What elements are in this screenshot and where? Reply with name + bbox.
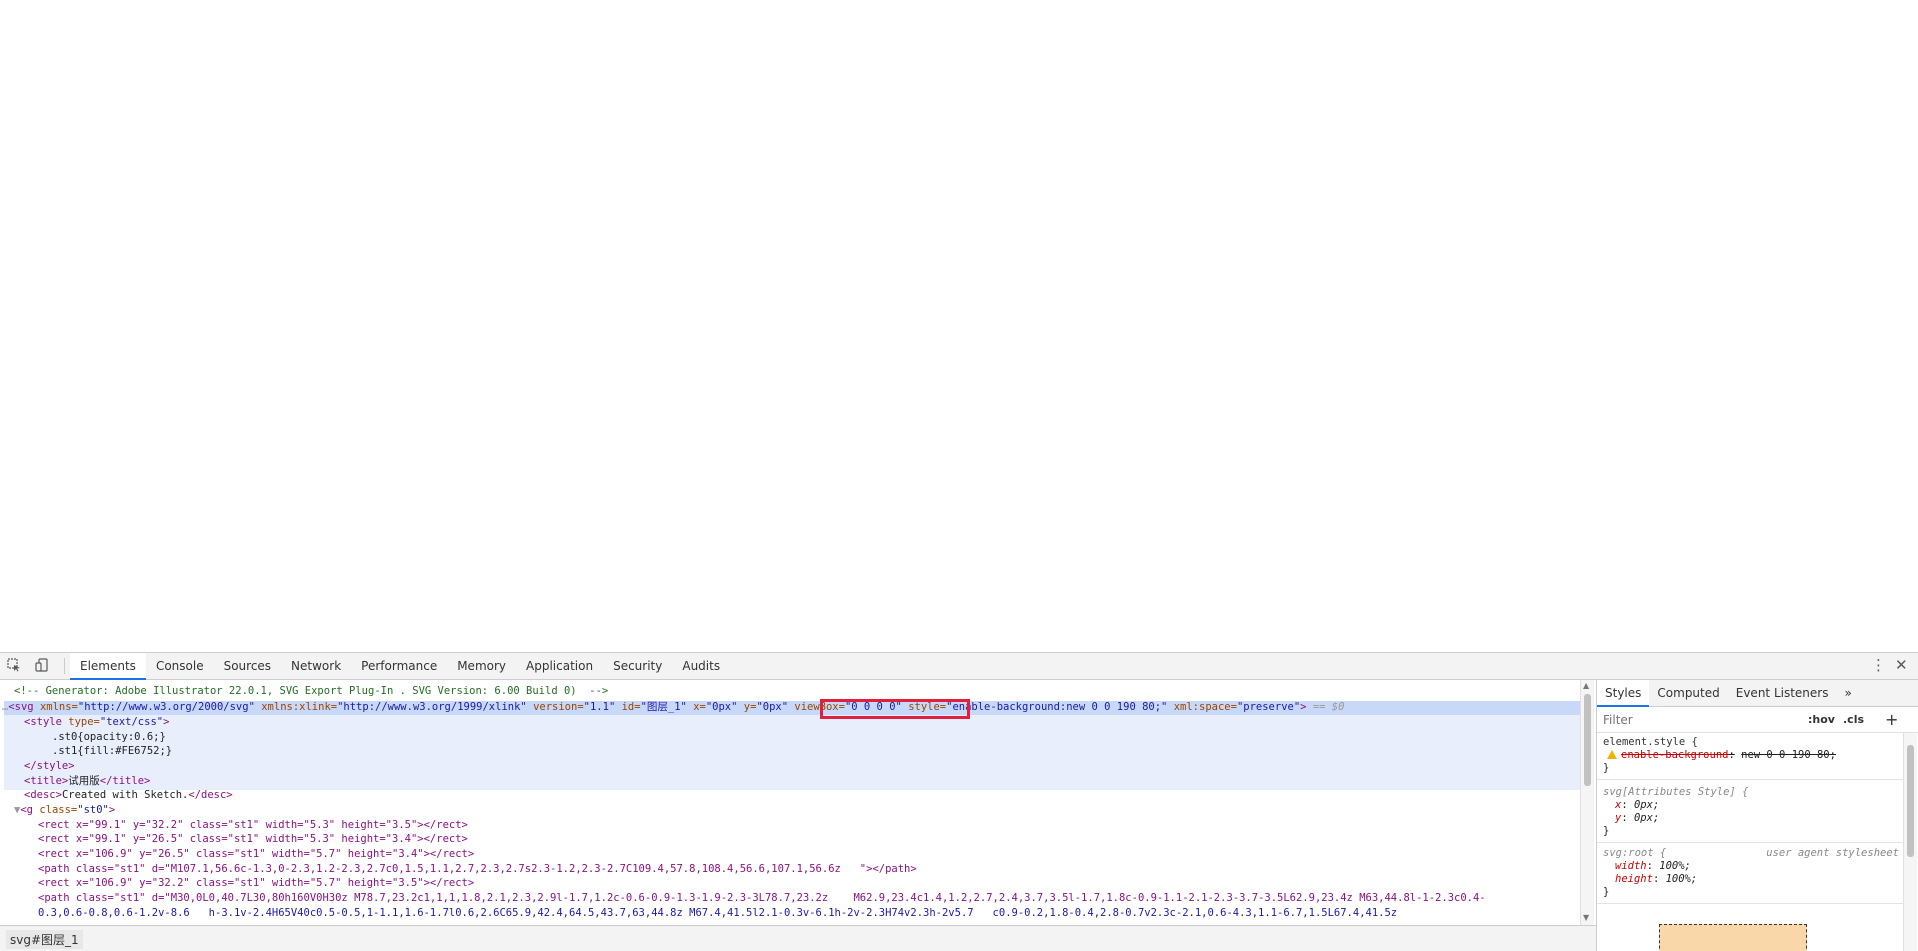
chevron-double-right-icon[interactable]: » — [1836, 680, 1859, 707]
styles-filter-row: :hov .cls + — [1597, 707, 1918, 733]
styles-filter-input[interactable] — [1601, 710, 1805, 730]
breadcrumb: svg#图层_1 — [0, 925, 1596, 951]
warning-icon — [1607, 750, 1617, 759]
close-icon[interactable]: ✕ — [1895, 656, 1908, 674]
devtools-panel: Elements Console Sources Network Perform… — [0, 652, 1918, 951]
rect-node-line[interactable]: <rect x="99.1" y="26.5" class="st1" widt… — [38, 832, 1596, 847]
css-line-st1: .st1{fill:#FE6752;} — [52, 745, 173, 757]
tab-application[interactable]: Application — [516, 653, 603, 680]
styles-sidebar: Styles Computed Event Listeners » :hov .… — [1596, 680, 1918, 951]
colon: : — [1728, 749, 1735, 761]
tab-styles[interactable]: Styles — [1597, 680, 1650, 707]
comment-line[interactable]: <!-- Generator: Adobe Illustrator 22.0.1… — [14, 684, 1594, 699]
colon: : — [1646, 860, 1653, 872]
styles-tabs: Styles Computed Event Listeners » — [1597, 680, 1918, 707]
g-node-line[interactable]: ▼<g class="st0"> — [14, 803, 1594, 818]
kebab-menu-icon[interactable]: ⋮ — [1871, 656, 1886, 674]
annotation-highlight-box — [820, 699, 970, 719]
style-property: width: 100%; — [1603, 860, 1897, 873]
style-open-line[interactable]: <style type="text/css"> — [24, 715, 1596, 730]
colon: : — [1621, 799, 1628, 811]
devtools-toolbar: Elements Console Sources Network Perform… — [0, 653, 1918, 680]
path-node-line[interactable]: <path class="st1" d="M30,0L0,40.7L30,80h… — [38, 891, 1596, 906]
tab-network[interactable]: Network — [281, 653, 351, 680]
tab-elements[interactable]: Elements — [70, 653, 146, 680]
stylesheet-source: user agent stylesheet — [1766, 847, 1899, 859]
style-property: y: 0px; — [1603, 812, 1897, 825]
tab-event-listeners[interactable]: Event Listeners — [1728, 680, 1837, 707]
breadcrumb-item[interactable]: svg#图层_1 — [6, 930, 83, 949]
path-node-line-cont: 0.3,0.6-0.8,0.6-1.2v-8.6 h-3.1v-2.4H65V4… — [38, 907, 1398, 919]
css-line-st0: .st0{opacity:0.6;} — [52, 731, 166, 743]
rect-node-line[interactable]: <rect x="106.9" y="26.5" class="st1" wid… — [38, 847, 1596, 862]
scroll-up-icon[interactable]: ▲ — [1583, 681, 1589, 690]
styles-scrollbar[interactable] — [1903, 733, 1917, 951]
scrollbar-thumb[interactable] — [1584, 694, 1591, 786]
tab-memory[interactable]: Memory — [447, 653, 516, 680]
rule-selector: svg[Attributes Style] { — [1603, 786, 1749, 798]
rule-close: } — [1603, 825, 1610, 837]
devtools-tabs: Elements Console Sources Network Perform… — [70, 653, 730, 680]
hov-toggle[interactable]: :hov — [1808, 713, 1835, 726]
title-node-line[interactable]: <title>试用版</title> — [24, 774, 1596, 789]
tab-security[interactable]: Security — [603, 653, 672, 680]
elements-scrollbar[interactable]: ▲ ▼ — [1580, 680, 1594, 925]
style-rule-element: element.style { enable-background: new 0… — [1597, 734, 1903, 780]
style-property: height: 100%; — [1603, 873, 1897, 886]
tab-sources[interactable]: Sources — [214, 653, 281, 680]
style-close-line[interactable]: </style> — [24, 759, 1596, 774]
rule-selector: element.style { — [1603, 736, 1698, 748]
box-model-diagram — [1659, 924, 1807, 951]
inspect-element-icon[interactable] — [6, 658, 22, 674]
cls-toggle[interactable]: .cls — [1843, 713, 1864, 726]
plus-icon[interactable]: + — [1885, 710, 1898, 729]
style-rule-attributes: svg[Attributes Style] { x: 0px; y: 0px; … — [1597, 784, 1903, 843]
device-toolbar-icon[interactable] — [34, 658, 50, 674]
rect-node-line[interactable]: <rect x="99.1" y="32.2" class="st1" widt… — [38, 818, 1596, 833]
rule-close: } — [1603, 762, 1610, 774]
colon: : — [1652, 873, 1660, 885]
property-value: 100%; — [1665, 873, 1698, 885]
tab-audits[interactable]: Audits — [672, 653, 730, 680]
scroll-down-icon[interactable]: ▼ — [1583, 913, 1589, 922]
property-value: 100%; — [1659, 860, 1691, 872]
property-name[interactable]: enable-background — [1621, 749, 1728, 761]
style-property: x: 0px; — [1603, 799, 1897, 812]
style-property[interactable]: enable-background: new 0 0 190 80; — [1603, 749, 1897, 762]
toolbar-divider — [64, 658, 65, 674]
tab-computed[interactable]: Computed — [1649, 680, 1727, 707]
property-name: width — [1615, 860, 1647, 872]
property-value: 0px; — [1633, 812, 1660, 824]
page-viewport — [0, 0, 1918, 652]
colon: : — [1621, 812, 1628, 824]
desc-node-line[interactable]: <desc>Created with Sketch.</desc> — [24, 788, 1596, 803]
tab-console[interactable]: Console — [146, 653, 214, 680]
tab-performance[interactable]: Performance — [351, 653, 447, 680]
elements-tree: <!-- Generator: Adobe Illustrator 22.0.1… — [0, 680, 1596, 925]
style-rule-root: svg:root { user agent stylesheet width: … — [1597, 845, 1903, 904]
property-name: height — [1615, 873, 1653, 885]
property-value: 0px; — [1633, 799, 1660, 811]
rule-close: } — [1603, 886, 1610, 898]
scrollbar-thumb[interactable] — [1907, 745, 1914, 857]
property-value[interactable]: new 0 0 190 80; — [1741, 749, 1836, 761]
svg-node-line[interactable]: …<svg xmlns="http://www.w3.org/2000/svg"… — [2, 700, 1582, 715]
path-node-line[interactable]: <path class="st1" d="M107.1,56.6c-1.3,0-… — [38, 862, 1596, 877]
rect-node-line[interactable]: <rect x="106.9" y="32.2" class="st1" wid… — [38, 876, 1596, 891]
